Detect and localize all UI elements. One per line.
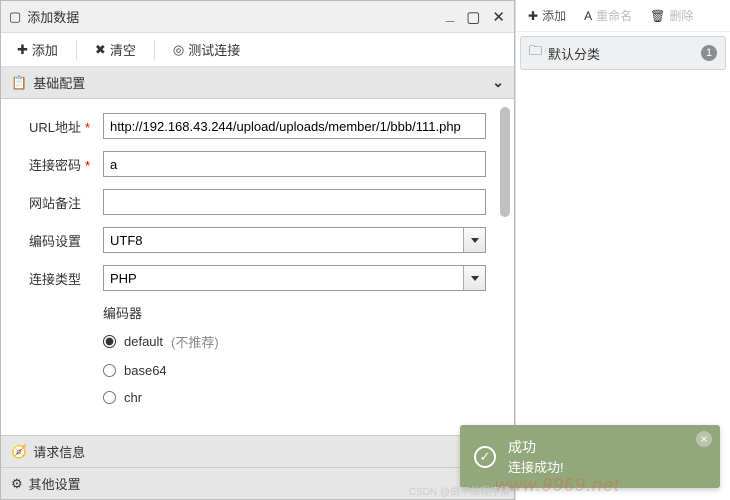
target-icon: ◎ xyxy=(173,42,184,58)
add-button[interactable]: ✚ 添加 xyxy=(7,36,68,63)
dialog-toolbar: ✚ 添加 ✖ 清空 ◎ 测试连接 xyxy=(1,33,514,67)
panel-other-header[interactable]: ⚙ 其他设置 ⌃ xyxy=(1,467,514,499)
url-label: URL地址* xyxy=(29,117,103,136)
window-icon: ▢ xyxy=(9,9,21,25)
panel-request-header[interactable]: 🧭 请求信息 ⌃ xyxy=(1,435,514,467)
window-close-button[interactable]: ✕ xyxy=(489,8,508,26)
url-input[interactable] xyxy=(103,113,486,139)
conn-type-select[interactable]: PHP xyxy=(103,265,486,291)
encoder-radio-chr[interactable] xyxy=(103,391,116,404)
encoder-option-chr[interactable]: chr xyxy=(103,390,486,405)
sidebar-add-button[interactable]: ✚ 添加 xyxy=(522,4,572,27)
toolbar-separator xyxy=(154,40,155,60)
conn-type-label: 连接类型 xyxy=(29,269,103,288)
sidebar-delete-button[interactable]: 🗑 删除 xyxy=(644,4,699,27)
sidebar-delete-label: 删除 xyxy=(669,7,693,24)
encoder-option-default[interactable]: default (不推荐) xyxy=(103,332,486,351)
toast-close-button[interactable]: × xyxy=(696,431,712,447)
toast-message: 连接成功! xyxy=(508,457,564,476)
encoder-title: 编码器 xyxy=(103,303,486,322)
browser-icon: 🧭 xyxy=(11,444,27,460)
sidebar-add-label: 添加 xyxy=(542,7,566,24)
panel-basic-header[interactable]: 📋 基础配置 ⌄ xyxy=(1,67,514,99)
sidebar-toolbar: ✚ 添加 A 重命名 🗑 删除 xyxy=(516,0,730,32)
required-mark: * xyxy=(85,120,90,135)
clipboard-icon: 📋 xyxy=(11,75,27,91)
add-data-dialog: ▢ 添加数据 _ ▢ ✕ ✚ 添加 ✖ 清空 ◎ 测试连接 xyxy=(0,0,515,500)
scrollbar-thumb[interactable] xyxy=(500,107,510,217)
font-icon: A xyxy=(584,9,592,23)
plus-circle-icon: ✚ xyxy=(528,9,538,23)
panel-basic-title: 基础配置 xyxy=(33,73,85,92)
encoder-option-base64[interactable]: base64 xyxy=(103,363,486,378)
form-scroll-area: URL地址* 连接密码* 网站备注 编码设置 UTF8 xyxy=(1,99,514,435)
trash-icon: 🗑 xyxy=(650,9,665,23)
plus-circle-icon: ✚ xyxy=(17,42,28,58)
folder-icon: 🗀 xyxy=(529,42,542,64)
encoder-default-hint: (不推荐) xyxy=(171,332,219,351)
check-icon: ✓ xyxy=(474,446,496,468)
test-connection-label: 测试连接 xyxy=(188,40,240,59)
note-input[interactable] xyxy=(103,189,486,215)
window-minimize-button[interactable]: _ xyxy=(443,8,457,26)
note-label: 网站备注 xyxy=(29,193,103,212)
gears-icon: ⚙ xyxy=(11,476,23,492)
category-name: 默认分类 xyxy=(548,44,600,63)
sidebar-rename-label: 重命名 xyxy=(596,7,632,24)
required-mark: * xyxy=(85,158,90,173)
toolbar-separator xyxy=(76,40,77,60)
category-count-badge: 1 xyxy=(701,45,717,61)
success-toast: ✓ 成功 连接成功! × xyxy=(460,425,720,488)
window-maximize-button[interactable]: ▢ xyxy=(463,8,483,26)
sidebar-rename-button[interactable]: A 重命名 xyxy=(578,4,638,27)
x-icon: ✖ xyxy=(95,42,106,58)
encoder-default-label: default xyxy=(124,334,163,349)
encoder-chr-label: chr xyxy=(124,390,142,405)
encoder-base64-label: base64 xyxy=(124,363,167,378)
encoder-radio-base64[interactable] xyxy=(103,364,116,377)
encoding-label: 编码设置 xyxy=(29,231,103,250)
encoding-select[interactable]: UTF8 xyxy=(103,227,486,253)
add-button-label: 添加 xyxy=(32,40,58,59)
chevron-down-icon: ⌄ xyxy=(492,74,504,91)
encoder-radio-default[interactable] xyxy=(103,335,116,348)
password-label: 连接密码* xyxy=(29,155,103,174)
password-input[interactable] xyxy=(103,151,486,177)
panel-request-title: 请求信息 xyxy=(33,442,85,461)
category-item[interactable]: 🗀 默认分类 1 xyxy=(520,36,726,70)
scrollbar[interactable] xyxy=(500,107,510,427)
toast-title: 成功 xyxy=(508,437,564,457)
dialog-titlebar: ▢ 添加数据 _ ▢ ✕ xyxy=(1,1,514,33)
dialog-title: 添加数据 xyxy=(27,7,79,26)
test-connection-button[interactable]: ◎ 测试连接 xyxy=(163,36,250,63)
clear-button-label: 清空 xyxy=(110,40,136,59)
panel-other-title: 其他设置 xyxy=(29,474,81,493)
clear-button[interactable]: ✖ 清空 xyxy=(85,36,146,63)
